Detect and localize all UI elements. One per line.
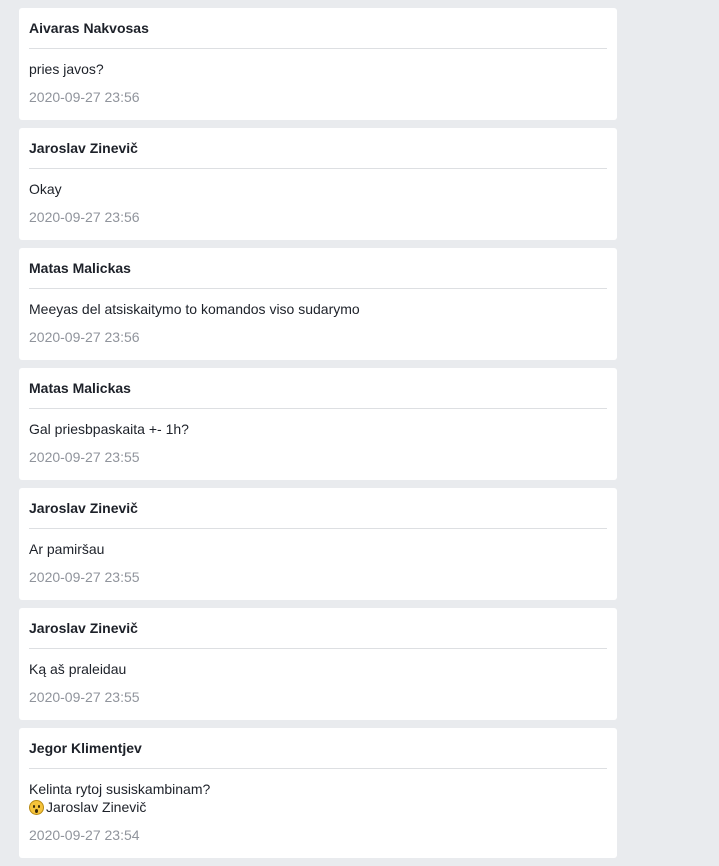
message-author[interactable]: Jaroslav Zinevič (29, 488, 607, 529)
message-author[interactable]: Aivaras Nakvosas (29, 8, 607, 49)
message-text: Meeyas del atsiskaitymo to komandos viso… (29, 301, 360, 317)
message-card: Matas Malickas Gal priesbpaskaita +- 1h?… (19, 368, 617, 480)
message-card: Jaroslav Zinevič Okay 2020-09-27 23:56 (19, 128, 617, 240)
message-timestamp: 2020-09-27 23:55 (29, 689, 140, 705)
message-card: Aivaras Nakvosas pries javos? 2020-09-27… (19, 8, 617, 120)
message-author[interactable]: Jegor Klimentjev (29, 728, 607, 769)
message-author[interactable]: Matas Malickas (29, 368, 607, 409)
message-author[interactable]: Jaroslav Zinevič (29, 128, 607, 169)
message-card: Jaroslav Zinevič Ką aš praleidau 2020-09… (19, 608, 617, 720)
message-text: Ar pamiršau (29, 541, 105, 557)
message-text: Okay (29, 181, 62, 197)
reaction-mention: Jaroslav Zinevič (29, 798, 607, 816)
message-text: Kelinta rytoj susiskambinam? (29, 781, 211, 797)
message-card: Jaroslav Zinevič Ar pamiršau 2020-09-27 … (19, 488, 617, 600)
message-author[interactable]: Jaroslav Zinevič (29, 608, 607, 649)
message-text: Gal priesbpaskaita +- 1h? (29, 421, 189, 437)
message-timestamp: 2020-09-27 23:56 (29, 209, 140, 225)
message-timestamp: 2020-09-27 23:56 (29, 329, 140, 345)
surprised-face-icon (29, 799, 44, 815)
message-text: pries javos? (29, 61, 104, 77)
message-timestamp: 2020-09-27 23:54 (29, 827, 140, 843)
message-card: Matas Malickas Meeyas del atsiskaitymo t… (19, 248, 617, 360)
message-timestamp: 2020-09-27 23:56 (29, 89, 140, 105)
message-timestamp: 2020-09-27 23:55 (29, 449, 140, 465)
message-card: Jegor Klimentjev Kelinta rytoj susiskamb… (19, 728, 617, 858)
message-author[interactable]: Matas Malickas (29, 248, 607, 289)
message-feed: Aivaras Nakvosas pries javos? 2020-09-27… (19, 8, 617, 866)
message-timestamp: 2020-09-27 23:55 (29, 569, 140, 585)
message-text: Ką aš praleidau (29, 661, 127, 677)
mention-name[interactable]: Jaroslav Zinevič (46, 798, 146, 816)
